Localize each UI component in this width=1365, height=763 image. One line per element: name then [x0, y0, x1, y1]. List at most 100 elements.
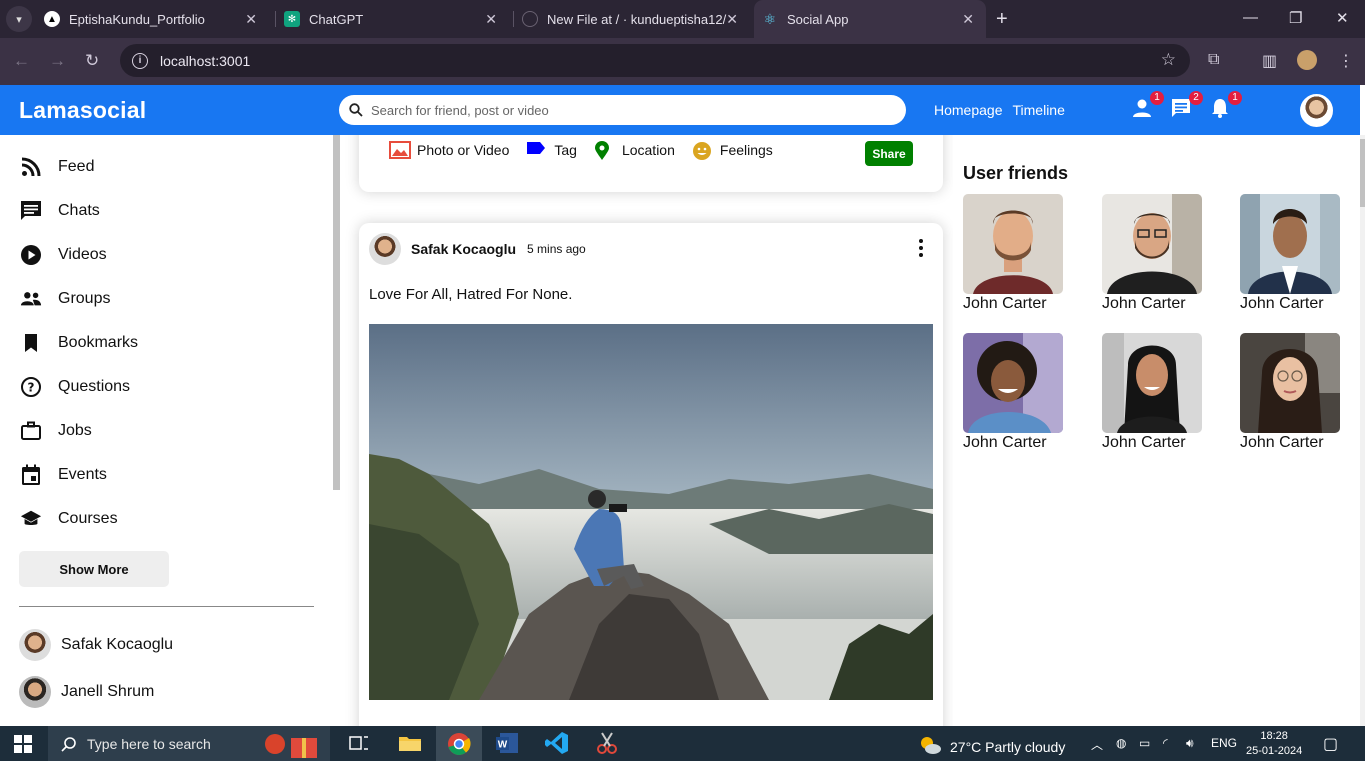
user-friend-card[interactable]: John Carter	[963, 194, 1063, 313]
meet-icon[interactable]: ◍	[1116, 736, 1126, 750]
sidebar-scrollbar[interactable]	[333, 135, 340, 490]
battery-icon[interactable]: ▭	[1139, 736, 1150, 750]
notification-center-icon[interactable]: ▢	[1323, 734, 1338, 754]
chrome-taskbar-active[interactable]	[436, 726, 482, 761]
more-vert-icon[interactable]	[918, 239, 924, 257]
sidebar-item-bookmarks[interactable]: Bookmarks	[20, 332, 138, 354]
tray-chevron-icon[interactable]: ︿	[1091, 736, 1103, 753]
word-icon[interactable]: W	[494, 730, 520, 756]
search-icon	[349, 103, 363, 117]
close-icon[interactable]: ✕	[245, 11, 257, 28]
extensions-icon[interactable]: ⧉	[1208, 51, 1219, 69]
sidebar-item-courses[interactable]: Courses	[20, 508, 118, 530]
minimize-icon[interactable]: —	[1243, 9, 1258, 26]
tab-title: EptishaKundu_Portfolio	[69, 11, 205, 27]
tab-title: Social App	[787, 11, 849, 27]
share-option-label: Location	[621, 142, 675, 158]
post-header: Safak Kocaoglu 5 mins ago	[369, 233, 586, 265]
share-button[interactable]: Share	[865, 141, 913, 166]
file-explorer-icon[interactable]	[397, 730, 423, 756]
avatar	[19, 676, 51, 708]
notifications-icon[interactable]: 1	[1209, 91, 1242, 121]
sidebar-item-chats[interactable]: Chats	[20, 200, 100, 222]
feed: Photo or Video Tag Location Feelings Sha…	[340, 135, 953, 726]
sidebar-item-feed[interactable]: Feed	[20, 156, 94, 178]
profile-avatar[interactable]	[1300, 94, 1333, 127]
share-option-tag[interactable]: Tag	[526, 141, 577, 159]
back-icon[interactable]: ←	[13, 51, 30, 71]
tab-search-icon[interactable]: ▾	[6, 6, 32, 32]
clock-date: 25-01-2024	[1246, 745, 1303, 757]
restore-icon[interactable]: ❐	[1289, 9, 1302, 27]
chatgpt-icon: ✻	[284, 11, 300, 27]
share-option-label: Tag	[554, 142, 577, 158]
taskbar-clock[interactable]: 18:28 25-01-2024	[1246, 729, 1302, 759]
user-friend-card[interactable]: John Carter	[1240, 194, 1340, 313]
task-view-icon[interactable]	[346, 730, 372, 756]
friends-icon[interactable]: 1	[1131, 91, 1164, 121]
messages-icon[interactable]: 2	[1170, 91, 1203, 121]
friend-list-item[interactable]: Safak Kocaoglu	[19, 629, 173, 661]
friend-photo	[963, 333, 1063, 433]
app-topbar: Lamasocial Homepage Timeline 1 2 1	[0, 85, 1360, 135]
close-icon[interactable]: ✕	[485, 11, 497, 28]
share-option-photo[interactable]: Photo or Video	[389, 141, 509, 159]
url-field[interactable]: i localhost:3001 ☆	[120, 44, 1190, 77]
chat-icon	[20, 200, 42, 222]
language-indicator[interactable]: ENG	[1211, 736, 1237, 750]
windows-start-icon[interactable]	[14, 735, 32, 758]
browser-menu-icon[interactable]: ⋮	[1338, 51, 1354, 71]
github-icon	[522, 11, 538, 27]
sidebar-item-groups[interactable]: Groups	[20, 288, 110, 310]
search-bar	[339, 95, 906, 125]
user-friend-card[interactable]: John Carter	[1102, 333, 1202, 452]
homepage-link[interactable]: Homepage	[934, 102, 1003, 118]
share-option-location[interactable]: Location	[594, 141, 675, 160]
search-input[interactable]	[371, 102, 871, 118]
close-icon[interactable]: ✕	[962, 11, 974, 28]
user-friend-card[interactable]: John Carter	[1102, 194, 1202, 313]
window-close-icon[interactable]: ✕	[1336, 9, 1349, 27]
svg-text:W: W	[498, 740, 508, 751]
close-icon[interactable]: ✕	[726, 11, 738, 28]
user-friend-card[interactable]: John Carter	[963, 333, 1063, 452]
user-friends-title: User friends	[963, 163, 1069, 183]
sidebar-item-videos[interactable]: Videos	[20, 244, 107, 266]
friend-list-item[interactable]: Janell Shrum	[19, 676, 154, 708]
weather-widget[interactable]: 27°C Partly cloudy	[918, 735, 1065, 758]
avatar[interactable]	[369, 233, 401, 265]
share-option-feelings[interactable]: Feelings	[692, 141, 773, 160]
wifi-icon[interactable]: ◜	[1163, 736, 1168, 750]
sidebar-item-label: Videos	[58, 246, 107, 263]
show-more-button[interactable]: Show More	[19, 551, 169, 587]
volume-icon[interactable]: 🔊︎	[1186, 736, 1194, 751]
sidebar-item-label: Feed	[58, 158, 95, 175]
sidepanel-icon[interactable]: ▥	[1262, 51, 1277, 71]
briefcase-icon	[20, 420, 42, 442]
sidebar-item-questions[interactable]: ? Questions	[20, 376, 130, 398]
site-info-icon[interactable]: i	[132, 52, 148, 69]
share-option-label: Feelings	[719, 142, 773, 158]
location-icon	[594, 141, 614, 160]
bookmark-star-icon[interactable]: ☆	[1161, 50, 1176, 70]
sidebar-item-label: Courses	[58, 510, 118, 527]
browser-tab[interactable]: New File at / · kundueptisha12/ ✕	[522, 0, 750, 38]
browser-tab[interactable]: ✻ ChatGPT ✕	[284, 0, 509, 38]
profile-avatar-icon[interactable]	[1297, 50, 1317, 70]
post-username[interactable]: Safak Kocaoglu	[411, 241, 516, 257]
sidebar-item-events[interactable]: Events	[20, 464, 107, 486]
timeline-link[interactable]: Timeline	[1013, 102, 1065, 118]
browser-tab[interactable]: ▲ EptishaKundu_Portfolio ✕	[44, 0, 269, 38]
snipping-tool-icon[interactable]	[594, 730, 620, 756]
browser-tab-active[interactable]: ⚛ Social App ✕	[754, 0, 986, 38]
vscode-icon[interactable]	[544, 730, 570, 756]
forward-icon[interactable]: →	[49, 51, 66, 71]
app-logo[interactable]: Lamasocial	[19, 97, 146, 124]
page-scrollbar[interactable]	[1360, 135, 1365, 726]
reload-icon[interactable]: ↻	[85, 51, 99, 71]
user-friend-card[interactable]: John Carter	[1240, 333, 1340, 452]
sidebar-item-jobs[interactable]: Jobs	[20, 420, 92, 442]
new-tab-icon[interactable]: +	[996, 8, 1008, 31]
notifications-badge: 1	[1228, 91, 1242, 105]
taskbar-search[interactable]: Type here to search	[48, 726, 330, 761]
